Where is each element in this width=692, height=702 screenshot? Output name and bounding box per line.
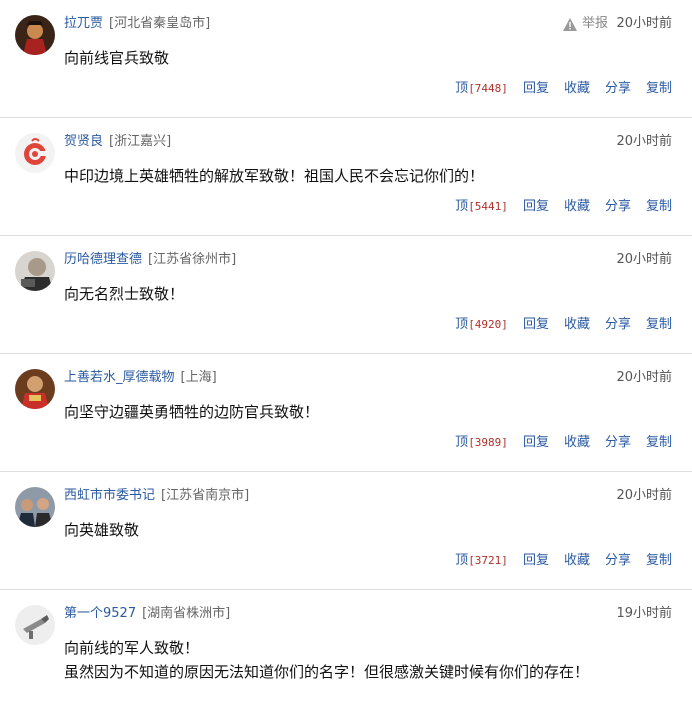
- upvote-button[interactable]: 顶[3989]: [455, 434, 508, 452]
- user-info: 第一个9527 [湖南省株洲市]: [64, 605, 230, 623]
- username-link[interactable]: 贺贤良: [64, 134, 103, 149]
- user-info: 西虹市市委书记 [江苏省南京市]: [64, 487, 249, 505]
- share-button[interactable]: 分享: [605, 80, 631, 98]
- upvote-label: 顶: [455, 199, 469, 214]
- reply-button[interactable]: 回复: [523, 198, 549, 216]
- upvote-label: 顶: [455, 81, 469, 96]
- upvote-count: [7448]: [468, 82, 508, 95]
- user-info: 历哈德理查德 [江苏省徐州市]: [64, 251, 236, 269]
- user-location: [浙江嘉兴]: [109, 134, 172, 149]
- reply-button[interactable]: 回复: [523, 316, 549, 334]
- comment-text: 向英雄致敬: [64, 518, 139, 542]
- timestamp: 20小时前: [616, 488, 672, 503]
- report-button[interactable]: 举报: [562, 15, 608, 33]
- timestamp: 20小时前: [616, 252, 672, 267]
- comment-line: 向坚守边疆英勇牺牲的边防官兵致敬！: [64, 403, 320, 421]
- reply-button[interactable]: 回复: [523, 552, 549, 570]
- copy-button[interactable]: 复制: [646, 198, 672, 216]
- report-label: 举报: [581, 16, 608, 31]
- collect-button[interactable]: 收藏: [564, 552, 590, 570]
- comment-actions: 顶[3721] 回复 收藏 分享 复制: [455, 552, 672, 570]
- share-button[interactable]: 分享: [605, 552, 631, 570]
- avatar[interactable]: [15, 487, 55, 527]
- upvote-count: [5441]: [468, 200, 508, 213]
- collect-button[interactable]: 收藏: [564, 198, 590, 216]
- reply-button[interactable]: 回复: [523, 80, 549, 98]
- upvote-button[interactable]: 顶[3721]: [455, 552, 508, 570]
- warning-icon: [562, 17, 577, 31]
- comment-actions: 顶[4920] 回复 收藏 分享 复制: [455, 316, 672, 334]
- avatar[interactable]: [15, 369, 55, 409]
- comment-line: 向英雄致敬: [64, 521, 140, 539]
- collect-button[interactable]: 收藏: [564, 316, 590, 334]
- copy-button[interactable]: 复制: [646, 80, 672, 98]
- avatar[interactable]: [15, 15, 55, 55]
- comment-line: 向前线官兵致敬: [64, 49, 170, 67]
- upvote-count: [3721]: [468, 554, 508, 567]
- comment-item: 第一个9527 [湖南省株洲市] 19小时前 向前线的军人致敬！ 虽然因为不知道的…: [0, 590, 692, 702]
- copy-button[interactable]: 复制: [646, 316, 672, 334]
- upvote-button[interactable]: 顶[7448]: [455, 80, 508, 98]
- user-location: [上海]: [180, 370, 217, 385]
- comment-item: 西虹市市委书记 [江苏省南京市] 20小时前 向英雄致敬 顶[3721] 回复 收…: [0, 472, 692, 590]
- user-location: [江苏省徐州市]: [148, 252, 237, 267]
- comment-item: 贺贤良 [浙江嘉兴] 20小时前 中印边境上英雄牺牲的解放军致敬！祖国人民不会忘记…: [0, 118, 692, 236]
- comment-line: 向前线的军人致敬！: [64, 639, 200, 657]
- username-link[interactable]: 历哈德理查德: [64, 252, 142, 267]
- comment-text: 向坚守边疆英勇牺牲的边防官兵致敬！: [64, 400, 319, 424]
- upvote-label: 顶: [455, 317, 469, 332]
- share-button[interactable]: 分享: [605, 434, 631, 452]
- username-link[interactable]: 拉兀贾: [64, 16, 103, 31]
- avatar[interactable]: [15, 251, 55, 291]
- avatar[interactable]: [15, 605, 55, 645]
- reply-button[interactable]: 回复: [523, 434, 549, 452]
- comment-actions: 顶[5441] 回复 收藏 分享 复制: [455, 198, 672, 216]
- username-link[interactable]: 第一个9527: [64, 606, 136, 621]
- username-link[interactable]: 上善若水_厚德载物: [64, 370, 175, 385]
- share-button[interactable]: 分享: [605, 198, 631, 216]
- username-link[interactable]: 西虹市市委书记: [64, 488, 155, 503]
- share-button[interactable]: 分享: [605, 316, 631, 334]
- user-info: 拉兀贾 [河北省秦皇岛市]: [64, 15, 210, 33]
- collect-button[interactable]: 收藏: [564, 80, 590, 98]
- comment-line: 中印边境上英雄牺牲的解放军致敬！祖国人民不会忘记你们的！: [64, 167, 485, 185]
- timestamp: 19小时前: [616, 606, 672, 621]
- timestamp: 20小时前: [616, 16, 672, 31]
- collect-button[interactable]: 收藏: [564, 434, 590, 452]
- comment-line: 向无名烈士致敬！: [64, 285, 185, 303]
- user-location: [湖南省株洲市]: [142, 606, 231, 621]
- copy-button[interactable]: 复制: [646, 552, 672, 570]
- comment-line: 虽然因为不知道的原因无法知道你们的名字！但很感激关键时候有你们的存在！: [64, 663, 590, 681]
- copy-button[interactable]: 复制: [646, 434, 672, 452]
- comment-item: 历哈德理查德 [江苏省徐州市] 20小时前 向无名烈士致敬！ 顶[4920] 回复…: [0, 236, 692, 354]
- comment-item: 上善若水_厚德载物 [上海] 20小时前 向坚守边疆英勇牺牲的边防官兵致敬！ 顶[…: [0, 354, 692, 472]
- avatar[interactable]: [15, 133, 55, 173]
- upvote-button[interactable]: 顶[5441]: [455, 198, 508, 216]
- comment-text: 中印边境上英雄牺牲的解放军致敬！祖国人民不会忘记你们的！: [64, 164, 484, 188]
- comment-actions: 顶[7448] 回复 收藏 分享 复制: [455, 80, 672, 98]
- upvote-label: 顶: [455, 553, 469, 568]
- comment-text: 向前线的军人致敬！ 虽然因为不知道的原因无法知道你们的名字！但很感激关键时候有你…: [64, 636, 589, 684]
- comment-text: 向无名烈士致敬！: [64, 282, 184, 306]
- user-info: 贺贤良 [浙江嘉兴]: [64, 133, 171, 151]
- upvote-label: 顶: [455, 435, 469, 450]
- upvote-button[interactable]: 顶[4920]: [455, 316, 508, 334]
- comment-actions: 顶[3989] 回复 收藏 分享 复制: [455, 434, 672, 452]
- user-location: [河北省秦皇岛市]: [109, 16, 211, 31]
- comment-item: 拉兀贾 [河北省秦皇岛市] 举报 20小时前 向前线官兵致敬 顶[7448] 回复…: [0, 0, 692, 118]
- timestamp: 20小时前: [616, 370, 672, 385]
- user-location: [江苏省南京市]: [161, 488, 250, 503]
- comment-text: 向前线官兵致敬: [64, 46, 169, 70]
- timestamp: 20小时前: [616, 134, 672, 149]
- upvote-count: [3989]: [468, 436, 508, 449]
- upvote-count: [4920]: [468, 318, 508, 331]
- user-info: 上善若水_厚德载物 [上海]: [64, 369, 217, 387]
